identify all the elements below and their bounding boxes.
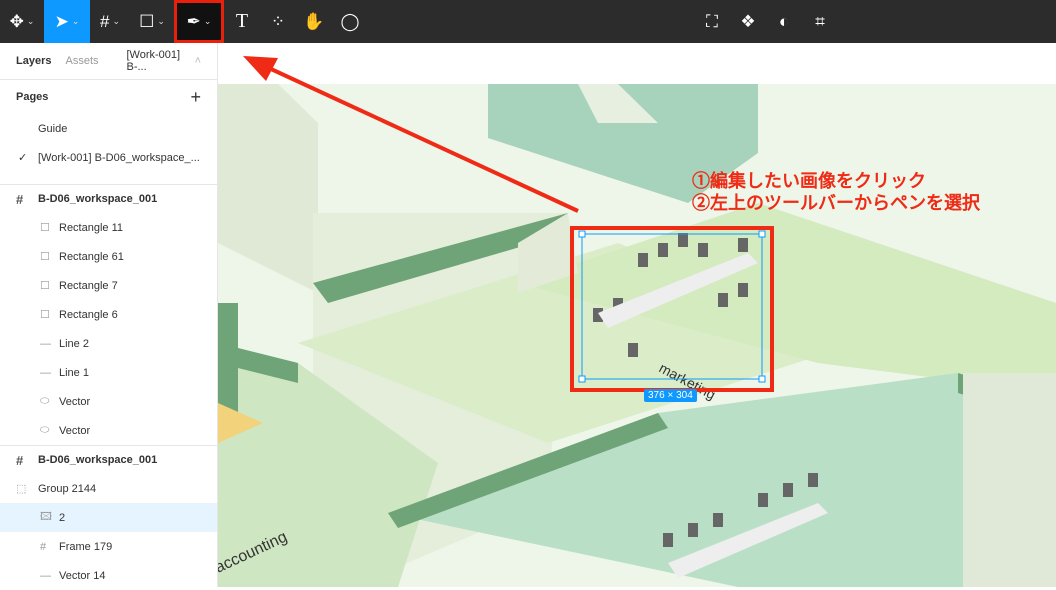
page-label: Guide — [38, 122, 68, 135]
rect-icon: ☐ — [40, 222, 50, 234]
layer-name: Rectangle 7 — [59, 279, 118, 292]
frame-tool-button[interactable]: # ⌄ — [90, 0, 130, 43]
tab-layers[interactable]: Layers — [16, 55, 51, 67]
line-icon: — — [40, 337, 51, 350]
hand-tool-button[interactable]: ✋ — [296, 0, 332, 43]
instance-icon: ❖ — [740, 11, 756, 31]
layer-item[interactable]: — Line 1 — [0, 358, 217, 387]
rect-icon: ☐ — [40, 251, 50, 263]
layer-name: Line 1 — [59, 366, 89, 379]
layer-item[interactable]: # B-D06_workspace_001 — [0, 445, 217, 474]
pen-tool-button[interactable]: ✒ ⌄ — [174, 0, 224, 43]
page-item-current[interactable]: ✓ [Work-001] B-D06_workspace_... — [0, 143, 217, 172]
pen-icon: ✒ — [186, 11, 201, 31]
instruction-note: ①編集したい画像をクリック ②左上のツールバーからペンを選択 — [692, 170, 980, 214]
frame-icon: # — [99, 11, 110, 31]
cursor-icon: ➤ — [54, 11, 69, 31]
line-icon: — — [40, 366, 51, 379]
layer-name: Line 2 — [59, 337, 89, 350]
layer-name: B-D06_workspace_001 — [38, 454, 158, 466]
layer-item[interactable]: 🖾 2 — [0, 503, 217, 532]
file-pages-toggle[interactable]: [Work-001] B-... — [127, 49, 204, 73]
comment-icon: ◯ — [340, 11, 360, 31]
resources-icon: ⁘ — [270, 11, 286, 31]
page-item[interactable]: Guide — [0, 114, 217, 143]
move-tool-button[interactable]: ➤ ⌄ — [44, 0, 90, 43]
layer-name: Vector 14 — [59, 569, 106, 582]
layer-name: Rectangle 61 — [59, 250, 124, 263]
frame-icon: # — [16, 191, 24, 207]
rectangle-icon: ☐ — [139, 11, 155, 31]
layer-name: Rectangle 6 — [59, 308, 118, 321]
selection-size-badge: 376 × 304 — [644, 389, 697, 402]
layer-item[interactable]: ☐ Rectangle 61 — [0, 242, 217, 271]
page-label: [Work-001] B-D06_workspace_... — [38, 151, 200, 164]
component-button[interactable]: ⛶ — [694, 0, 730, 43]
rect-icon: ☐ — [40, 309, 50, 321]
mask-button[interactable]: ◐ — [766, 0, 802, 43]
figma-logo-icon: ✥ — [9, 11, 24, 31]
layer-item[interactable]: # B-D06_workspace_001 — [0, 184, 217, 213]
crop-button[interactable]: ⌗ — [802, 0, 838, 43]
layer-item[interactable]: — Line 2 — [0, 329, 217, 358]
layers-panel: Layers Assets [Work-001] B-... ˄ Pages + … — [0, 43, 218, 587]
layer-item[interactable]: ☐ Rectangle 6 — [0, 300, 217, 329]
line-icon: — — [40, 569, 51, 582]
chevron-up-icon[interactable]: ˄ — [195, 55, 201, 67]
instruction-step-2: ②左上のツールバーからペンを選択 — [692, 193, 980, 213]
rect-icon: ☐ — [40, 280, 50, 292]
vector-icon: ⬭ — [40, 424, 50, 436]
layer-item[interactable]: — Vector 14 — [0, 561, 217, 590]
add-page-icon[interactable]: + — [190, 87, 201, 108]
layer-item[interactable]: ⬚ Group 2144 — [0, 474, 217, 503]
vector-icon: ⬭ — [40, 395, 50, 407]
layer-name: Frame 179 — [59, 540, 113, 553]
comment-tool-button[interactable]: ◯ — [332, 0, 368, 43]
check-icon: ✓ — [18, 152, 28, 164]
hand-icon: ✋ — [303, 11, 325, 31]
main-menu-button[interactable]: ✥ ⌄ — [0, 0, 44, 43]
text-tool-button[interactable]: T — [224, 0, 260, 43]
layer-name: Vector — [59, 395, 91, 408]
layer-item[interactable]: ☐ Rectangle 11 — [0, 213, 217, 242]
layer-name: B-D06_workspace_001 — [38, 193, 158, 205]
layer-item[interactable]: # Frame 179 — [0, 532, 217, 561]
pages-heading: Pages — [16, 91, 49, 103]
layer-name: Vector — [59, 424, 91, 437]
layer-name: Group 2144 — [38, 482, 97, 495]
layer-name: Rectangle 11 — [59, 221, 124, 234]
mask-icon: ◐ — [778, 11, 790, 31]
toolbar: ✥ ⌄ ➤ ⌄ # ⌄ ☐ ⌄ ✒ ⌄ T ⁘ ✋ ◯ ⛶ ❖ ◐ ⌗ — [0, 0, 1056, 43]
resources-button[interactable]: ⁘ — [260, 0, 296, 43]
tab-assets[interactable]: Assets — [65, 55, 98, 67]
instruction-step-1: ①編集したい画像をクリック — [692, 171, 926, 191]
component-icon: ⛶ — [706, 11, 718, 31]
crop-icon: ⌗ — [815, 11, 825, 31]
layer-item[interactable]: ☐ Rectangle 7 — [0, 271, 217, 300]
text-icon: T — [235, 10, 249, 32]
layer-name: 2 — [59, 511, 66, 524]
instance-button[interactable]: ❖ — [730, 0, 766, 43]
canvas[interactable]: marketing accounting — [218, 43, 1056, 587]
frame-icon: # — [16, 452, 24, 468]
layer-item[interactable]: ⬭ Vector — [0, 387, 217, 416]
group-icon: ⬚ — [16, 483, 27, 495]
shape-tool-button[interactable]: ☐ ⌄ — [130, 0, 174, 43]
layer-item[interactable]: ⬭ Vector — [0, 416, 217, 445]
frame-sub-icon: # — [40, 540, 47, 553]
office-illustration: marketing accounting — [218, 56, 1056, 587]
image-icon: 🖾 — [40, 511, 52, 523]
